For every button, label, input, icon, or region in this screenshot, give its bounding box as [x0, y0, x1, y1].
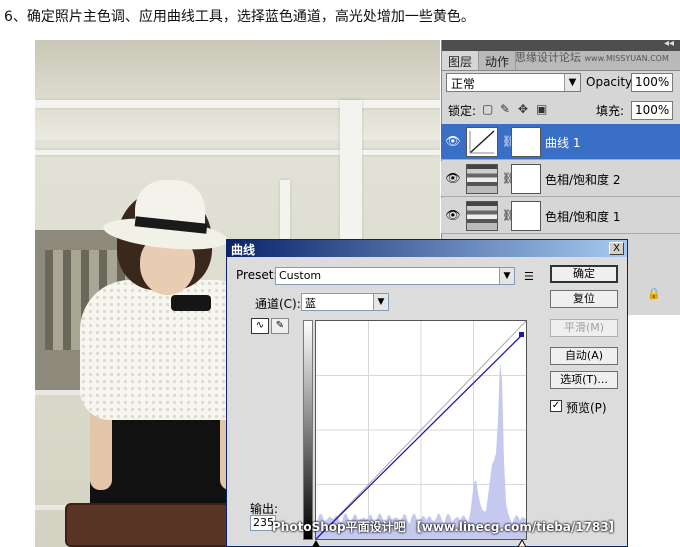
eye-icon[interactable]: 👁	[445, 208, 461, 222]
reset-button[interactable]: 复位	[550, 290, 618, 308]
lock-brush-icon[interactable]: ✎	[500, 102, 510, 116]
blend-mode-value: 正常	[451, 77, 476, 91]
input-sliders[interactable]	[312, 540, 528, 547]
layer-mask-thumbnail[interactable]	[511, 201, 541, 231]
chevron-down-icon[interactable]: ▼	[499, 268, 514, 284]
pencil-tool-icon[interactable]: ✎	[271, 318, 289, 334]
photo-beam	[35, 100, 440, 108]
collapse-icon[interactable]: ◂◂	[664, 38, 674, 49]
layer-row-hue-sat-2[interactable]: 👁 ⛓ 色相/饱和度 2	[441, 161, 680, 197]
watermark-top-text: 思缘设计论坛	[515, 51, 581, 64]
eye-icon[interactable]: 👁	[445, 134, 461, 148]
layer-name[interactable]: 曲线 1	[545, 134, 580, 151]
channel-select[interactable]: 蓝 ▼	[301, 293, 389, 311]
curves-thumbnail-icon	[466, 127, 498, 157]
layer-mask-thumbnail[interactable]	[511, 164, 541, 194]
layer-row-curves[interactable]: 👁 ⛓ 曲线 1	[441, 124, 680, 160]
chevron-down-icon[interactable]: ▼	[564, 74, 580, 91]
dialog-title: 曲线	[231, 243, 256, 257]
layer-mask-thumbnail[interactable]	[511, 127, 541, 157]
chevron-down-icon[interactable]: ▼	[373, 294, 388, 310]
black-point-slider-icon	[312, 540, 320, 547]
lock-label: 锁定:	[448, 104, 477, 118]
fill-label: 填充:	[596, 104, 625, 118]
lock-all-icon[interactable]: ▣	[536, 102, 547, 116]
preset-select[interactable]: Custom ▼	[275, 267, 515, 285]
channel-label: 通道(C):	[255, 297, 301, 311]
eye-icon[interactable]: 👁	[445, 171, 461, 185]
hue-saturation-thumbnail-icon	[466, 164, 498, 194]
curve-graph-svg[interactable]	[315, 320, 527, 540]
channel-value: 蓝	[305, 297, 316, 310]
lock-move-icon[interactable]: ✥	[518, 102, 528, 116]
tab-actions[interactable]: 动作	[479, 51, 517, 70]
preset-label: Preset:	[236, 268, 278, 282]
curve-graph[interactable]	[315, 320, 527, 540]
photo-ceiling	[35, 40, 440, 140]
curve-control-point[interactable]	[519, 332, 524, 337]
layer-name[interactable]: 色相/饱和度 2	[545, 171, 621, 188]
watermark-top-url: www.MISSYUAN.COM	[584, 54, 669, 63]
photo-beam	[35, 150, 440, 155]
fill-input[interactable]: 100%	[631, 101, 673, 120]
output-gradient-bar	[303, 320, 313, 540]
layer-name[interactable]: 色相/饱和度 1	[545, 208, 621, 225]
preset-value: Custom	[279, 269, 322, 282]
instruction-text: 6、确定照片主色调、应用曲线工具，选择蓝色通道，高光处增加一些黄色。	[4, 9, 475, 25]
preview-checkbox[interactable]: ✓	[550, 400, 562, 412]
dialog-titlebar: 曲线	[227, 240, 627, 257]
hue-saturation-thumbnail-icon	[466, 201, 498, 231]
auto-button[interactable]: 自动(A)	[550, 347, 618, 365]
ok-button[interactable]: 确定	[550, 265, 618, 283]
lock-row: 锁定: ▢ ✎ ✥ ▣ 填充: 100%	[446, 101, 680, 121]
bottom-watermark: PhotoShop平面设计吧 【www.linecg.com/tieba/178…	[272, 520, 621, 534]
close-icon[interactable]: X	[609, 242, 624, 255]
tab-layers[interactable]: 图层	[442, 51, 480, 70]
curve-point-tool-icon[interactable]: ∿	[251, 318, 269, 334]
watermark-top: 思缘设计论坛 www.MISSYUAN.COM	[515, 49, 669, 65]
opacity-input[interactable]: 100%	[631, 73, 673, 92]
curves-dialog: 曲线 X Preset: Custom ▼ ☰ 通道(C): 蓝 ▼ ∿ ✎ 输…	[226, 239, 628, 547]
blend-mode-select[interactable]: 正常 ▼	[446, 73, 581, 92]
opacity-label: Opacity:	[586, 75, 636, 89]
lock-icon: 🔒	[647, 287, 661, 300]
options-button[interactable]: 选项(T)...	[550, 371, 618, 389]
preview-label: 预览(P)	[566, 401, 607, 415]
preset-options-icon[interactable]: ☰	[524, 270, 534, 283]
photo-bow	[171, 295, 211, 311]
smooth-button[interactable]: 平滑(M)	[550, 319, 618, 337]
white-point-slider-icon	[517, 540, 527, 547]
lock-transparent-icon[interactable]: ▢	[482, 102, 493, 116]
layer-row-hue-sat-1[interactable]: 👁 ⛓ 色相/饱和度 1	[441, 198, 680, 234]
